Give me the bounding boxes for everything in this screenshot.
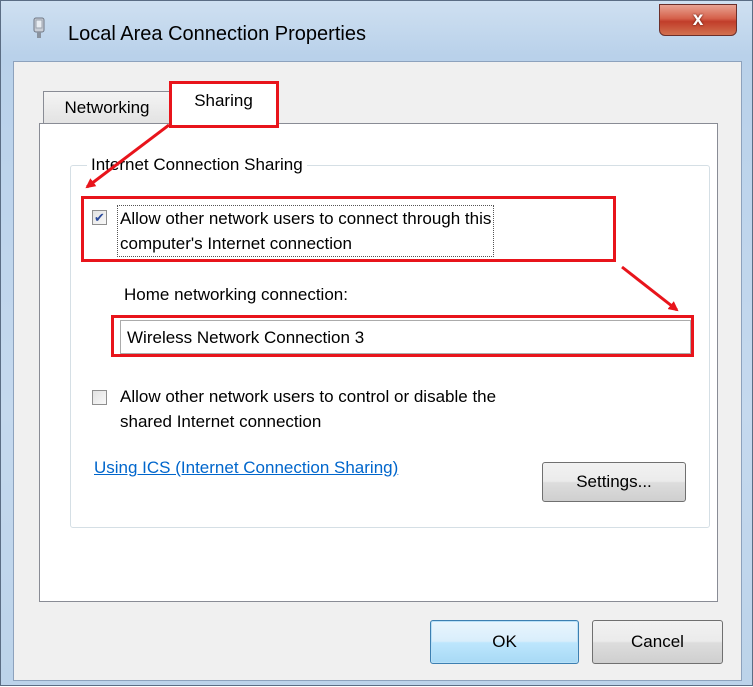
annotation-arrows — [85, 123, 679, 312]
arrow-to-allow-connect — [85, 123, 170, 189]
dialog-window: Local Area Connection Properties x Netwo… — [0, 0, 753, 686]
arrow-to-home-connection — [621, 265, 679, 312]
